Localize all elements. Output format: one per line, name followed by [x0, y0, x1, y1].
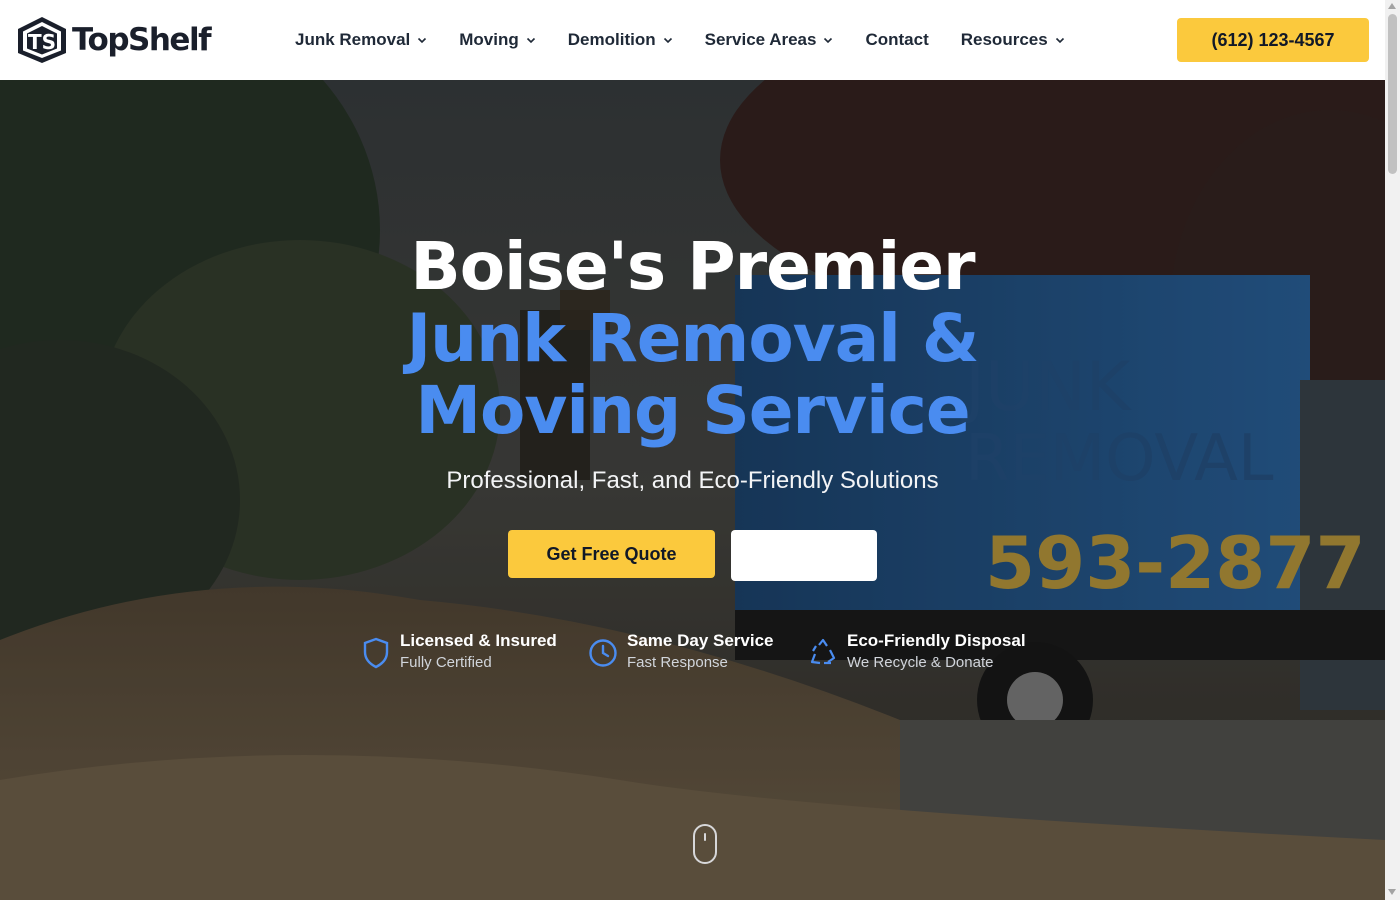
- feature-subtitle: We Recycle & Donate: [847, 654, 994, 671]
- chevron-down-icon: [663, 37, 672, 44]
- chevron-down-icon: [526, 37, 535, 44]
- hero-title-line2: Junk Removal &: [406, 300, 980, 377]
- recycle-icon: [810, 638, 836, 665]
- brand-logo[interactable]: TS TopShelf: [16, 16, 212, 64]
- clock-icon: [589, 639, 617, 667]
- get-free-quote-button[interactable]: Get Free Quote: [508, 530, 715, 578]
- hero-title-line3: Moving Service: [415, 372, 970, 449]
- brand-name: TopShelf: [72, 22, 212, 58]
- nav-moving[interactable]: Moving: [459, 30, 536, 50]
- logo-mark-icon: TS: [18, 17, 66, 63]
- nav-label: Demolition: [567, 30, 656, 49]
- nav-label: Resources: [960, 30, 1048, 49]
- scroll-up-arrow-icon[interactable]: [1388, 3, 1396, 9]
- site-header: TS TopShelf Junk Removal Moving Demoliti…: [0, 0, 1385, 80]
- main-nav: Junk Removal Moving Demolition Service A…: [295, 0, 1097, 80]
- phone-call-button[interactable]: (612) 123-4567: [1177, 18, 1369, 62]
- hero-title-line1: Boise's Premier: [410, 228, 975, 305]
- nav-label: Moving: [459, 30, 519, 49]
- page-scrollbar[interactable]: [1385, 0, 1400, 900]
- chevron-down-icon: [418, 37, 427, 44]
- feature-title: Same Day Service: [627, 631, 774, 650]
- nav-resources[interactable]: Resources: [961, 30, 1065, 50]
- feature-subtitle: Fully Certified: [400, 654, 492, 671]
- hero-section: JUNK REMOVAL 593-2877 Boise's Premier Ju…: [0, 80, 1385, 900]
- feature-eco: Eco-Friendly Disposal We Recycle & Donat…: [808, 630, 1026, 674]
- chevron-down-icon: [824, 37, 833, 44]
- nav-demolition[interactable]: Demolition: [568, 30, 673, 50]
- nav-junk-removal[interactable]: Junk Removal: [295, 30, 427, 50]
- nav-contact[interactable]: Contact: [865, 30, 928, 50]
- feature-title: Eco-Friendly Disposal: [847, 631, 1026, 650]
- scrollbar-thumb[interactable]: [1388, 14, 1397, 174]
- feature-same-day: Same Day Service Fast Response: [588, 630, 774, 674]
- logo-letters: TS: [28, 30, 56, 54]
- nav-label: Junk Removal: [295, 30, 411, 49]
- chevron-down-icon: [1055, 37, 1064, 44]
- feature-subtitle: Fast Response: [627, 654, 728, 671]
- nav-label: Service Areas: [704, 30, 817, 49]
- secondary-cta-button[interactable]: [731, 530, 877, 581]
- scroll-down-indicator-icon[interactable]: [693, 824, 717, 864]
- feature-title: Licensed & Insured: [400, 631, 557, 650]
- nav-label: Contact: [865, 30, 929, 49]
- mouse-wheel: [704, 833, 706, 841]
- hero-subtitle: Professional, Fast, and Eco-Friendly Sol…: [446, 467, 939, 494]
- nav-service-areas[interactable]: Service Areas: [705, 30, 834, 50]
- scroll-down-arrow-icon[interactable]: [1388, 889, 1396, 895]
- feature-licensed: Licensed & Insured Fully Certified: [361, 630, 557, 674]
- shield-icon: [363, 637, 389, 669]
